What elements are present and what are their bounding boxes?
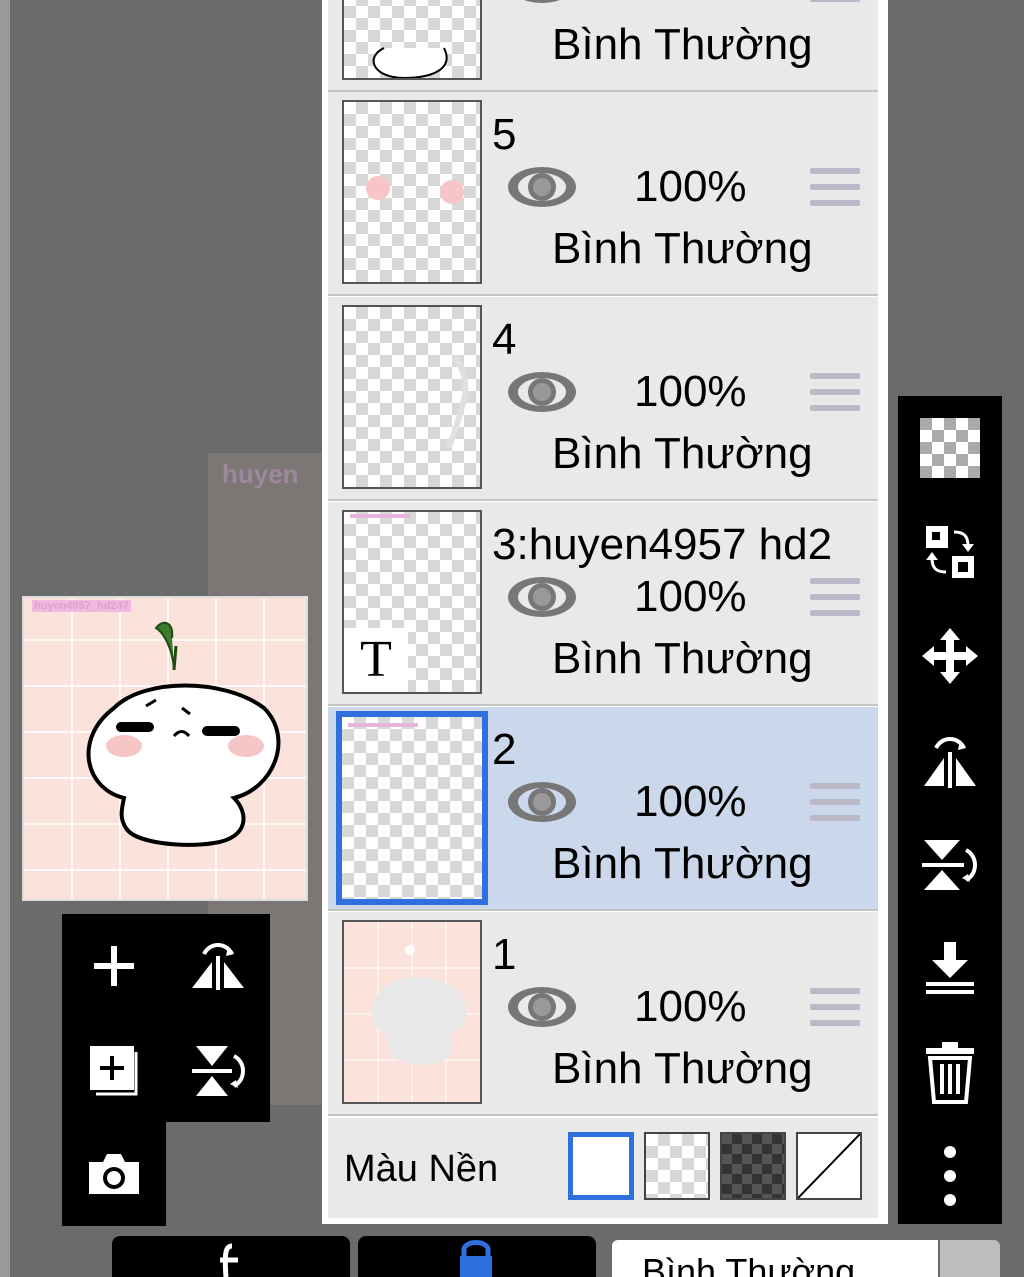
move-icon [922, 628, 978, 684]
new-layer-copy-button[interactable] [62, 1018, 166, 1122]
window-edge [0, 0, 10, 1277]
layer-row[interactable]: 4 100% Bình Thường [328, 297, 878, 501]
layer-opacity[interactable]: 100% [634, 0, 747, 8]
layer-thumbnail [342, 920, 482, 1104]
layer-blend-mode[interactable]: Bình Thường [552, 20, 813, 70]
background-color-row: Màu Nền [328, 1118, 878, 1218]
trash-icon [926, 1042, 974, 1104]
layer-thumbnail [342, 305, 482, 489]
layer-thumbnail [342, 100, 482, 284]
layer-blend-mode[interactable]: Bình Thường [552, 839, 813, 889]
delete-layer-button[interactable] [898, 1020, 1002, 1124]
layer-blend-mode[interactable]: Bình Thường [552, 634, 813, 684]
bg-swatch-white[interactable] [568, 1132, 634, 1200]
flip-vertical-button[interactable] [898, 812, 1002, 916]
eye-icon[interactable] [504, 777, 580, 827]
camera-panel [62, 1122, 166, 1226]
clipping-button[interactable] [112, 1236, 350, 1277]
eye-icon[interactable] [504, 572, 580, 622]
chevron-down-icon[interactable] [940, 1240, 1000, 1277]
blend-mode-select[interactable]: Bình Thường [612, 1240, 938, 1277]
layer-name: 2 [492, 725, 517, 774]
canvas-watermark: huyen [222, 459, 299, 489]
drag-handle-icon[interactable] [810, 988, 860, 1028]
lock-icon [460, 1240, 492, 1277]
watermark-stroke [350, 514, 410, 518]
layer-toolbar [898, 396, 1002, 1224]
layer-blend-mode[interactable]: Bình Thường [552, 429, 813, 479]
flip-vertical-button[interactable] [166, 1018, 270, 1122]
eye-icon[interactable] [504, 0, 580, 8]
drag-handle-icon[interactable] [810, 0, 860, 4]
drag-handle-icon[interactable] [810, 168, 860, 208]
camera-icon [89, 1154, 139, 1194]
layer-name: 4 [492, 315, 517, 364]
flip-horizontal-button[interactable] [898, 708, 1002, 812]
merge-down-button[interactable] [898, 916, 1002, 1020]
layer-thumbnail [336, 711, 488, 905]
mushroom-drawing [86, 621, 281, 847]
bg-swatch-none[interactable] [796, 1132, 862, 1200]
layer-name: 5 [492, 110, 517, 159]
bg-swatch-dark[interactable] [720, 1132, 786, 1200]
transparency-button[interactable] [898, 396, 1002, 500]
merge-down-icon [926, 942, 974, 994]
camera-button[interactable] [62, 1122, 166, 1226]
layer-blend-mode[interactable]: Bình Thường [552, 1044, 813, 1094]
layer-row[interactable]: 1 100% Bình Thường [328, 912, 878, 1116]
layer-name: 3:huyen4957 hd2 [492, 520, 833, 569]
quick-tools [62, 914, 270, 1122]
add-layer-icon [90, 1046, 138, 1096]
flip-horizontal-button[interactable] [166, 914, 270, 1018]
swap-layer-icon [926, 526, 974, 578]
background-color-label: Màu Nền [344, 1148, 499, 1190]
more-icon [944, 1146, 956, 1206]
alpha-lock-button[interactable] [358, 1236, 596, 1277]
layer-row[interactable]: T 3:huyen4957 hd2 100% Bình Thường [328, 502, 878, 706]
layer-thumbnail [342, 0, 482, 80]
flip-vertical-icon [192, 1046, 245, 1096]
eye-icon[interactable] [504, 367, 580, 417]
bg-swatch-transparent[interactable] [644, 1132, 710, 1200]
layer-blend-mode[interactable]: Bình Thường [552, 224, 813, 274]
layer-opacity[interactable]: 100% [634, 367, 747, 417]
drag-handle-icon[interactable] [810, 578, 860, 618]
swap-layer-button[interactable] [898, 500, 1002, 604]
flip-vertical-icon [922, 840, 977, 890]
move-button[interactable] [898, 604, 1002, 708]
add-layer-button[interactable] [62, 914, 166, 1018]
layer-name: 1 [492, 930, 517, 979]
transparency-icon [920, 418, 980, 478]
layer-opacity[interactable]: 100% [634, 982, 747, 1032]
drag-handle-icon[interactable] [810, 783, 860, 823]
flip-horizontal-icon [192, 943, 244, 990]
canvas-preview[interactable]: huyen4957_hd247 [22, 596, 308, 901]
eye-icon[interactable] [504, 162, 580, 212]
layer-row-selected[interactable]: 2 100% Bình Thường [328, 707, 878, 911]
drag-handle-icon[interactable] [810, 373, 860, 413]
layer-opacity[interactable]: 100% [634, 777, 747, 827]
layer-opacity[interactable]: 100% [634, 572, 747, 622]
eye-icon[interactable] [504, 982, 580, 1032]
layer-panel: 100% Bình Thường 5 100% Bình Thường 4 10… [322, 0, 888, 1224]
plus-icon [94, 946, 134, 986]
layer-row[interactable]: 100% Bình Thường [328, 0, 878, 92]
flip-horizontal-icon [924, 737, 976, 788]
clipping-icon [220, 1243, 238, 1277]
more-button[interactable] [898, 1124, 1002, 1228]
layer-opacity[interactable]: 100% [634, 162, 747, 212]
text-layer-icon: T [344, 628, 408, 692]
layer-row[interactable]: 5 100% Bình Thường [328, 92, 878, 296]
layer-thumbnail: T [342, 510, 482, 694]
